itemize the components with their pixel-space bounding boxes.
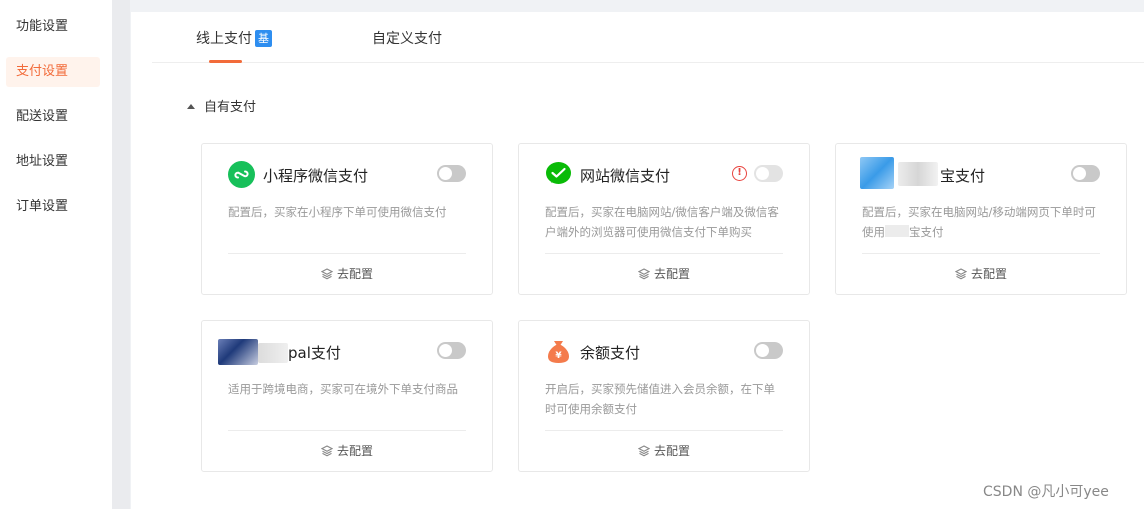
configure-link[interactable]: 去配置 (519, 442, 809, 459)
layers-icon (637, 445, 651, 457)
section-own-payment[interactable]: 自有支付 (187, 96, 256, 115)
basic-badge: 基 (255, 30, 272, 47)
enable-toggle[interactable] (754, 165, 783, 182)
divider (228, 430, 466, 431)
layers-icon (954, 268, 968, 280)
card-description: 配置后，买家在电脑网站/微信客户端及微信客户端外的浏览器可使用微信支付下单购买 (545, 205, 779, 239)
card-description: 适用于跨境电商，买家可在境外下单支付商品 (228, 382, 458, 396)
card-description-end: 宝支付 (909, 225, 944, 239)
pixelated-text (885, 225, 909, 237)
sidebar-item-function-settings[interactable]: 功能设置 (6, 12, 100, 42)
caret-up-icon (187, 104, 195, 109)
watermark: CSDN @凡小可yee (983, 484, 1109, 500)
divider (228, 253, 466, 254)
payment-card-balance: ¥ 余额支付 开启后，买家预先储值进入会员余额，在下单时可使用余额支付 去配置 (518, 320, 810, 472)
layers-icon (637, 268, 651, 280)
card-title: 宝支付 (940, 167, 986, 185)
money-bag-icon: ¥ (545, 338, 572, 365)
alipay-icon (860, 157, 894, 189)
configure-link[interactable]: 去配置 (202, 265, 492, 282)
sidebar: 功能设置 支付设置 配送设置 地址设置 订单设置 (0, 0, 112, 509)
payment-card-alipay: 宝支付 配置后，买家在电脑网站/移动端网页下单时可使用 宝支付 去配置 (835, 143, 1127, 295)
layers-icon (320, 268, 334, 280)
configure-link[interactable]: 去配置 (519, 265, 809, 282)
enable-toggle[interactable] (437, 165, 466, 182)
active-tab-indicator (209, 60, 242, 63)
wechat-pay-icon (545, 161, 572, 188)
configure-label: 去配置 (970, 267, 1007, 281)
enable-toggle[interactable] (1071, 165, 1100, 182)
toggle-knob (756, 344, 769, 357)
payment-card-mini-program-wechat: 小程序微信支付 配置后，买家在小程序下单可使用微信支付 去配置 (201, 143, 493, 295)
toggle-knob (756, 167, 769, 180)
pixelated-text (258, 343, 288, 363)
pixelated-text (898, 162, 938, 186)
enable-toggle[interactable] (754, 342, 783, 359)
layers-icon (320, 445, 334, 457)
configure-link[interactable]: 去配置 (836, 265, 1126, 282)
configure-label: 去配置 (653, 444, 690, 458)
sidebar-item-delivery-settings[interactable]: 配送设置 (6, 102, 100, 132)
toggle-knob (439, 344, 452, 357)
configure-link[interactable]: 去配置 (202, 442, 492, 459)
tab-online-payment-label: 线上支付 (196, 31, 252, 47)
warning-icon[interactable]: ! (732, 166, 747, 181)
svg-text:¥: ¥ (555, 351, 562, 361)
configure-label: 去配置 (653, 267, 690, 281)
divider (862, 253, 1100, 254)
paypal-icon (218, 339, 258, 365)
toggle-knob (439, 167, 452, 180)
card-title: 网站微信支付 (580, 167, 671, 185)
divider (545, 253, 783, 254)
divider (545, 430, 783, 431)
card-description: 配置后，买家在小程序下单可使用微信支付 (228, 205, 447, 219)
layout-gutter (112, 0, 130, 509)
payment-card-website-wechat: 网站微信支付 ! 配置后，买家在电脑网站/微信客户端及微信客户端外的浏览器可使用… (518, 143, 810, 295)
section-title: 自有支付 (204, 100, 257, 115)
card-description: 配置后，买家在电脑网站/移动端网页下单时可使用 宝支付 (862, 202, 1102, 242)
sidebar-item-order-settings[interactable]: 订单设置 (6, 192, 100, 222)
main-panel: 线上支付基 自定义支付 自有支付 小程序微信支付 配置后，买家在小程序下单可使用… (131, 12, 1144, 509)
mini-program-wechat-icon (228, 161, 255, 188)
card-title: 小程序微信支付 (263, 167, 369, 185)
enable-toggle[interactable] (437, 342, 466, 359)
tab-custom-payment-label: 自定义支付 (372, 31, 442, 47)
tab-bar: 线上支付基 自定义支付 (152, 12, 1144, 63)
payment-card-paypal: pal支付 适用于跨境电商，买家可在境外下单支付商品 去配置 (201, 320, 493, 472)
tab-custom-payment[interactable]: 自定义支付 (372, 28, 442, 48)
card-title: pal支付 (288, 344, 341, 362)
tab-online-payment[interactable]: 线上支付基 (196, 28, 272, 48)
toggle-knob (1073, 167, 1086, 180)
card-description: 开启后，买家预先储值进入会员余额，在下单时可使用余额支付 (545, 382, 775, 416)
sidebar-item-payment-settings[interactable]: 支付设置 (6, 57, 100, 87)
configure-label: 去配置 (336, 444, 373, 458)
card-title: 余额支付 (580, 344, 641, 362)
sidebar-item-address-settings[interactable]: 地址设置 (6, 147, 100, 177)
configure-label: 去配置 (336, 267, 373, 281)
